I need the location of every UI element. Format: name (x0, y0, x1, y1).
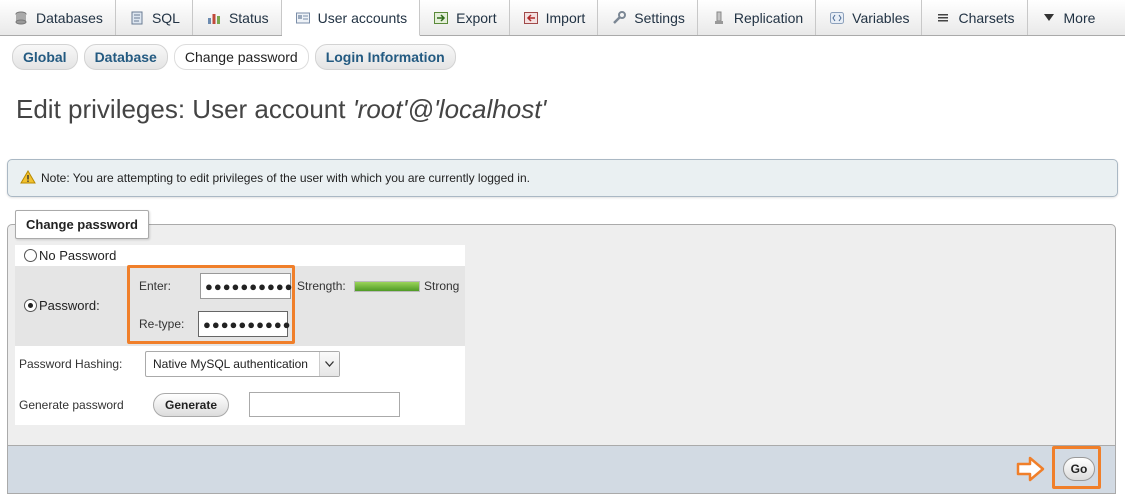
import-icon (523, 11, 538, 25)
subtab-database[interactable]: Database (83, 44, 168, 70)
tab-label: Replication (733, 9, 804, 26)
page-title-prefix: Edit privileges: User account (16, 94, 353, 124)
generate-password-label: Generate password (19, 398, 124, 412)
chevron-down-icon (319, 352, 339, 376)
note-text: Note: You are attempting to edit privile… (41, 171, 530, 185)
database-icon (14, 11, 28, 25)
enter-label: Enter: (139, 279, 172, 293)
tab-label: Import (545, 9, 586, 26)
no-password-label: No Password (39, 248, 117, 263)
page-title-user: 'root'@'localhost' (352, 94, 547, 124)
password-option: Password: (24, 298, 100, 313)
note-banner: Note: You are attempting to edit privile… (7, 159, 1118, 197)
sub-navigation: Global Database Change password Login In… (12, 44, 456, 70)
tab-label: SQL (151, 9, 180, 26)
hashing-selected-value: Native MySQL authentication (153, 357, 308, 371)
form-footer (7, 446, 1116, 494)
user-accounts-icon (295, 11, 310, 25)
tab-export[interactable]: Export (420, 0, 510, 35)
go-button[interactable]: Go (1063, 457, 1095, 481)
tab-more[interactable]: More (1028, 0, 1108, 35)
tab-charsets[interactable]: Charsets (922, 0, 1028, 35)
password-label: Password: (39, 298, 100, 313)
tab-label: Export (456, 9, 497, 26)
fieldset-legend: Change password (15, 210, 149, 239)
arrow-right-icon (1016, 456, 1046, 487)
tab-databases[interactable]: Databases (0, 0, 116, 35)
export-icon (434, 11, 449, 25)
no-password-row: No Password (15, 245, 465, 266)
tab-sql[interactable]: SQL (116, 0, 193, 35)
charsets-icon (936, 11, 950, 25)
password-radio[interactable] (24, 299, 37, 312)
password-enter-input[interactable]: ●●●●●●●●●● (200, 273, 293, 299)
no-password-radio[interactable] (24, 249, 37, 262)
tab-label: Databases (36, 9, 103, 26)
tab-label: Charsets (958, 9, 1015, 26)
strength-label: Strength: (297, 279, 346, 293)
replication-icon (712, 11, 726, 25)
page-title: Edit privileges: User account 'root'@'lo… (16, 94, 546, 125)
triangle-down-icon (1042, 11, 1056, 25)
strength-meter-fill (355, 282, 419, 291)
tab-label: More (1063, 9, 1096, 26)
warning-icon (20, 169, 36, 187)
password-retype-input[interactable]: ●●●●●●●●●● (198, 311, 291, 337)
subtab-global[interactable]: Global (12, 44, 78, 70)
subtab-login-information[interactable]: Login Information (314, 44, 456, 70)
tab-replication[interactable]: Replication (698, 0, 817, 35)
tab-variables[interactable]: Variables (816, 0, 923, 35)
sql-icon (130, 11, 144, 25)
variables-icon (830, 11, 845, 25)
tab-label: Status (228, 9, 269, 26)
tab-label: User accounts (317, 9, 408, 26)
generated-password-input[interactable] (249, 392, 400, 417)
strength-meter (354, 281, 420, 292)
top-navigation: Databases SQL Status User accounts Expor… (0, 0, 1125, 36)
generate-button[interactable]: Generate (153, 393, 229, 417)
tab-user-accounts[interactable]: User accounts (281, 0, 421, 36)
hashing-select[interactable]: Native MySQL authentication (145, 351, 340, 377)
retype-label: Re-type: (139, 317, 185, 331)
tab-settings[interactable]: Settings (598, 0, 698, 35)
tab-label: Variables (852, 9, 910, 26)
tab-label: Settings (634, 9, 685, 26)
subtab-change-password[interactable]: Change password (173, 44, 309, 70)
status-icon (207, 11, 221, 25)
wrench-icon (612, 10, 627, 25)
strength-text: Strong (424, 279, 460, 293)
tab-import[interactable]: Import (510, 0, 599, 35)
hashing-label: Password Hashing: (19, 357, 123, 371)
tab-status[interactable]: Status (193, 0, 282, 35)
